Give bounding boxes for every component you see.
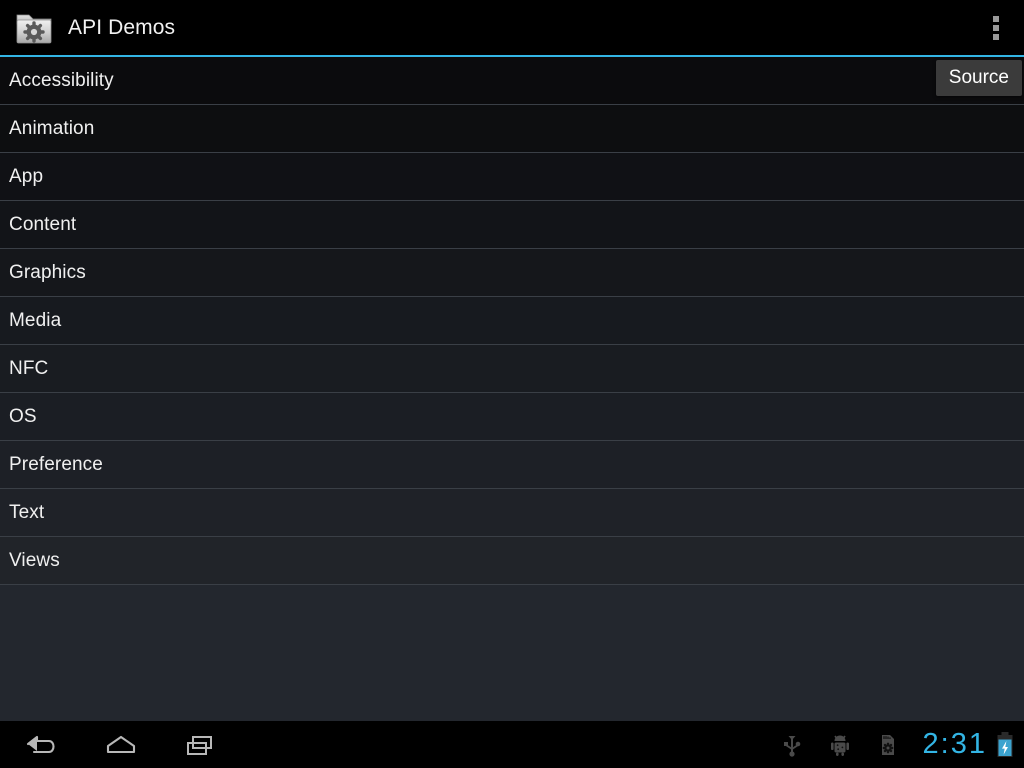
list-item-label: OS bbox=[9, 405, 37, 427]
list-item[interactable]: App bbox=[0, 153, 1024, 201]
list-item-label: Animation bbox=[9, 117, 95, 139]
list-item[interactable]: Text bbox=[0, 489, 1024, 537]
list-item-label: Graphics bbox=[9, 261, 86, 283]
overflow-dot bbox=[993, 24, 999, 31]
list-item[interactable]: Graphics bbox=[0, 249, 1024, 297]
android-debug-icon bbox=[827, 732, 853, 758]
demo-category-list[interactable]: Accessibility Animation App Content Grap… bbox=[0, 57, 1024, 721]
list-item[interactable]: Preference bbox=[0, 441, 1024, 489]
usb-icon bbox=[779, 732, 805, 758]
list-item[interactable]: Views bbox=[0, 537, 1024, 585]
list-item[interactable]: Media bbox=[0, 297, 1024, 345]
recent-apps-icon[interactable] bbox=[162, 721, 240, 768]
list-item[interactable]: Content bbox=[0, 201, 1024, 249]
action-bar: API Demos bbox=[0, 0, 1024, 55]
list-item-label: Views bbox=[9, 549, 60, 571]
device-screen: API Demos Accessibility Animation App Co… bbox=[0, 0, 1024, 768]
folder-gear-icon bbox=[14, 9, 54, 47]
list-item-label: Media bbox=[9, 309, 62, 331]
list-item[interactable]: Animation bbox=[0, 105, 1024, 153]
sd-card-icon bbox=[875, 732, 901, 758]
status-clock: 2:31 bbox=[922, 728, 987, 760]
page-title: API Demos bbox=[68, 15, 176, 39]
list-item-label: App bbox=[9, 165, 44, 187]
list-item-label: Preference bbox=[9, 453, 103, 475]
system-navigation-bar: 2:31 bbox=[0, 721, 1024, 768]
list-item-label: NFC bbox=[9, 357, 49, 379]
list-item[interactable]: Accessibility bbox=[0, 57, 1024, 105]
battery-charging-icon bbox=[996, 731, 1014, 759]
list-item-label: Content bbox=[9, 213, 77, 235]
list-item[interactable]: OS bbox=[0, 393, 1024, 441]
overflow-menu-icon[interactable] bbox=[968, 0, 1024, 55]
status-area[interactable]: 2:31 bbox=[779, 721, 1024, 768]
overflow-dot bbox=[993, 33, 999, 40]
list-item-label: Accessibility bbox=[9, 69, 114, 91]
overflow-dot bbox=[993, 15, 999, 22]
list-item[interactable]: NFC bbox=[0, 345, 1024, 393]
source-tooltip[interactable]: Source bbox=[935, 60, 1022, 96]
home-icon[interactable] bbox=[82, 721, 160, 768]
list-item-label: Text bbox=[9, 501, 45, 523]
back-icon[interactable] bbox=[3, 721, 81, 768]
